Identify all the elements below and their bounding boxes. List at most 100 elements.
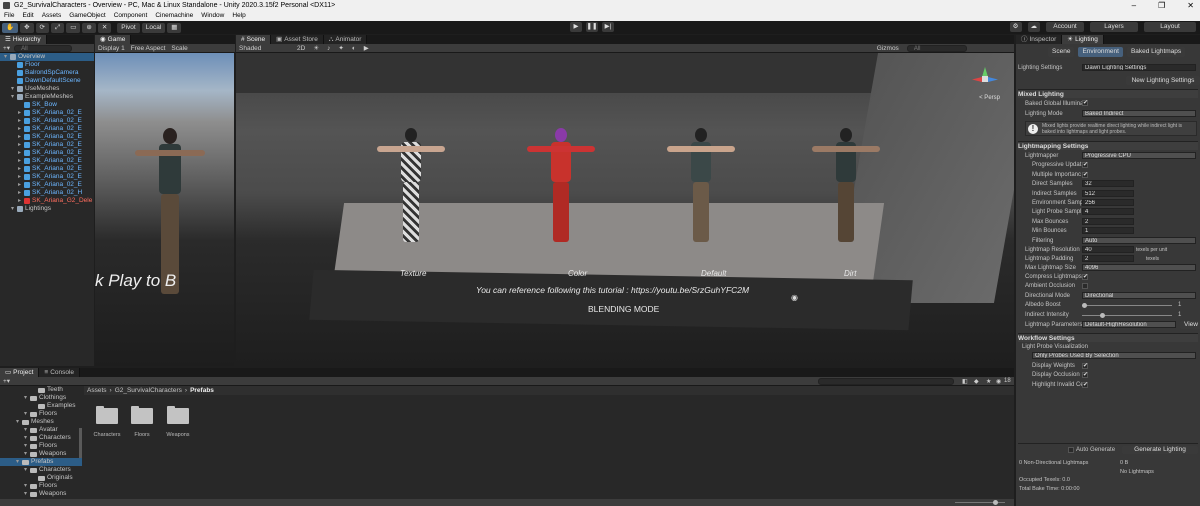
tree-scrollbar[interactable]	[79, 428, 82, 458]
hierarchy-item[interactable]: ▸ SK_Ariana_02_E	[0, 117, 94, 125]
subtab-baked-lightmaps[interactable]: Baked Lightmaps	[1126, 47, 1186, 57]
project-tree-item[interactable]: ▾ Weapons	[0, 490, 82, 498]
hierarchy-search-input[interactable]: All	[14, 44, 73, 52]
light-probe-visualization-dropdown[interactable]: Only Probes Used By Selection	[1032, 352, 1196, 359]
baked-gi-checkbox[interactable]: ✔	[1082, 100, 1088, 106]
aspect-dropdown[interactable]: Free Aspect	[131, 45, 166, 52]
menu-edit[interactable]: Edit	[22, 11, 33, 21]
move-tool-icon[interactable]: ✥	[20, 22, 34, 33]
hierarchy-item[interactable]: ▸ SK_Ariana_02_E	[0, 157, 94, 165]
lightmap-parameters-dropdown[interactable]: Default-HighResolution	[1082, 321, 1176, 328]
breadcrumb-prefabs[interactable]: Prefabs	[190, 387, 214, 394]
lightmapping-row-field[interactable]: Progressive CPU	[1082, 152, 1196, 159]
add-icon[interactable]: +▾	[3, 44, 10, 52]
rotate-tool-icon[interactable]: ⟳	[35, 22, 49, 33]
new-lighting-settings-button[interactable]: New Lighting Settings	[1126, 76, 1200, 85]
mixed-lighting-header[interactable]: Mixed Lighting	[1018, 89, 1198, 98]
visibility-eye-icon[interactable]: ◉	[791, 293, 798, 302]
game-view[interactable]: k Play to B	[95, 53, 234, 366]
hierarchy-item[interactable]: DawnDefaultScene	[0, 77, 94, 85]
folder-characters-icon[interactable]	[96, 406, 118, 424]
scene-search-input[interactable]: All	[906, 44, 967, 52]
layers-dropdown[interactable]: Layers	[1090, 22, 1138, 32]
pivot-toggle[interactable]: Pivot	[117, 22, 140, 33]
hierarchy-item[interactable]: ▸ SK_Ariana_02_E	[0, 165, 94, 173]
hidden-packages-icon[interactable]: ◉	[996, 378, 1001, 385]
albedo-boost-slider-knob[interactable]	[1082, 303, 1087, 308]
perspective-label[interactable]: < Persp	[979, 95, 1000, 101]
hierarchy-item[interactable]: ▸ SK_Ariana_02_E	[0, 173, 94, 181]
hierarchy-item[interactable]: ▸ SK_Ariana_02_E	[0, 181, 94, 189]
custom-tool-icon[interactable]: ✕	[97, 22, 112, 33]
hierarchy-item[interactable]: ▾ Overview	[0, 53, 94, 61]
icon-size-knob[interactable]	[993, 500, 998, 505]
folder-characters-label[interactable]: Characters	[87, 432, 127, 438]
tab-scene[interactable]: # Scene	[236, 35, 272, 44]
project-tree-item[interactable]: Teeth	[0, 386, 82, 394]
orientation-gizmo[interactable]	[972, 67, 998, 93]
menu-component[interactable]: Component	[114, 11, 148, 21]
lightmapping-row-field[interactable]: 512	[1082, 189, 1134, 197]
project-tree-item[interactable]: ▾ Floors	[0, 442, 82, 450]
project-tree-item[interactable]: ▾ Floors	[0, 482, 82, 490]
tab-lighting[interactable]: ☀ Lighting	[1062, 35, 1104, 44]
grid-snap-icon[interactable]: ▦	[167, 22, 182, 33]
hierarchy-item[interactable]: ▸ SK_Ariana_02_E	[0, 133, 94, 141]
ambient-occlusion-checkbox[interactable]	[1082, 283, 1088, 289]
play-icon[interactable]: ▶	[570, 22, 582, 32]
hierarchy-item[interactable]: ▾ Lightings	[0, 205, 94, 213]
project-tree-item[interactable]: ▾ Avatar	[0, 426, 82, 434]
compress-lightmaps-checkbox[interactable]: ✔	[1082, 274, 1088, 280]
pause-icon[interactable]: ❚❚	[586, 22, 598, 32]
project-tree-item[interactable]: Originals	[0, 474, 82, 482]
max-lightmap-size-dropdown[interactable]: 4096	[1082, 264, 1196, 271]
indirect-intensity-value[interactable]: 1	[1178, 311, 1181, 319]
hierarchy-item[interactable]: Floor	[0, 61, 94, 69]
project-tree-item[interactable]: Examples	[0, 402, 82, 410]
folder-floors-label[interactable]: Floors	[122, 432, 162, 438]
project-tree-item[interactable]: ▾ Clothings	[0, 394, 82, 402]
tab-asset-store[interactable]: ▣ Asset Store	[271, 35, 324, 44]
tab-hierarchy[interactable]: ☰ Hierarchy	[0, 35, 47, 44]
hierarchy-item[interactable]: ▸ SK_Ariana_02_E	[0, 149, 94, 157]
indirect-intensity-slider-knob[interactable]	[1100, 313, 1105, 318]
hierarchy-item[interactable]: SK_Bow	[0, 101, 94, 109]
lighting-settings-field[interactable]: Dawn Lighting Settings	[1082, 64, 1196, 71]
project-search-input[interactable]	[818, 378, 954, 385]
generate-lighting-button[interactable]: Generate Lighting	[1122, 446, 1198, 454]
minimize-icon[interactable]: –	[1132, 0, 1136, 11]
camera-icon[interactable]: ▶	[364, 44, 369, 52]
breadcrumb-g2[interactable]: G2_SurvivalCharacters	[115, 387, 182, 394]
layout-dropdown[interactable]: Layout	[1144, 22, 1196, 32]
hierarchy-item[interactable]: ▸ SK_Ariana_02_H	[0, 189, 94, 197]
menu-window[interactable]: Window	[201, 11, 224, 21]
tab-animator[interactable]: ⛬ Animator	[323, 35, 368, 44]
effects-toggle-icon[interactable]: ✦	[338, 44, 343, 52]
favorite-icon[interactable]: ★	[986, 378, 991, 385]
directional-mode-dropdown[interactable]: Directional	[1082, 292, 1196, 299]
local-toggle[interactable]: Local	[141, 22, 166, 33]
collab-icon[interactable]: ⚙	[1009, 22, 1022, 32]
workflow-row-checkbox[interactable]: ✔	[1082, 363, 1088, 369]
lighting-mode-dropdown[interactable]: Baked Indirect	[1082, 110, 1196, 117]
close-icon[interactable]: ✕	[1187, 0, 1194, 11]
lightmapping-settings-header[interactable]: Lightmapping Settings	[1018, 141, 1198, 150]
lightmapping-row-checkbox[interactable]: ✔	[1082, 162, 1088, 169]
folder-weapons-icon[interactable]	[167, 406, 189, 424]
hidden-toggle-icon[interactable]: ◐	[352, 45, 356, 52]
scene-view[interactable]: Texture Color Default Dirt You can refer…	[236, 53, 1014, 366]
lighting-toggle-icon[interactable]: ☀	[313, 44, 319, 52]
hierarchy-item[interactable]: ▸ SK_Ariana_G2_Dele	[0, 197, 94, 205]
scale-tool-icon[interactable]: ⤢	[51, 22, 65, 33]
lightmapping-row-field[interactable]: 2	[1082, 217, 1134, 225]
rect-tool-icon[interactable]: ▭	[66, 22, 81, 33]
hierarchy-item[interactable]: ▸ SK_Ariana_02_E	[0, 125, 94, 133]
project-tree-item[interactable]: ▾ Floors	[0, 410, 82, 418]
project-tree-item[interactable]: ▾ Meshes	[0, 418, 82, 426]
tab-inspector[interactable]: ⓘ Inspector	[1016, 35, 1063, 44]
light-probe-visualization-label[interactable]: Light Probe Visualization	[1022, 343, 1088, 351]
view-button[interactable]: View	[1180, 321, 1200, 329]
subtab-environment[interactable]: Environment	[1078, 47, 1123, 57]
account-dropdown[interactable]: Account	[1046, 22, 1084, 32]
hierarchy-item[interactable]: BalrondSpCamera	[0, 69, 94, 77]
